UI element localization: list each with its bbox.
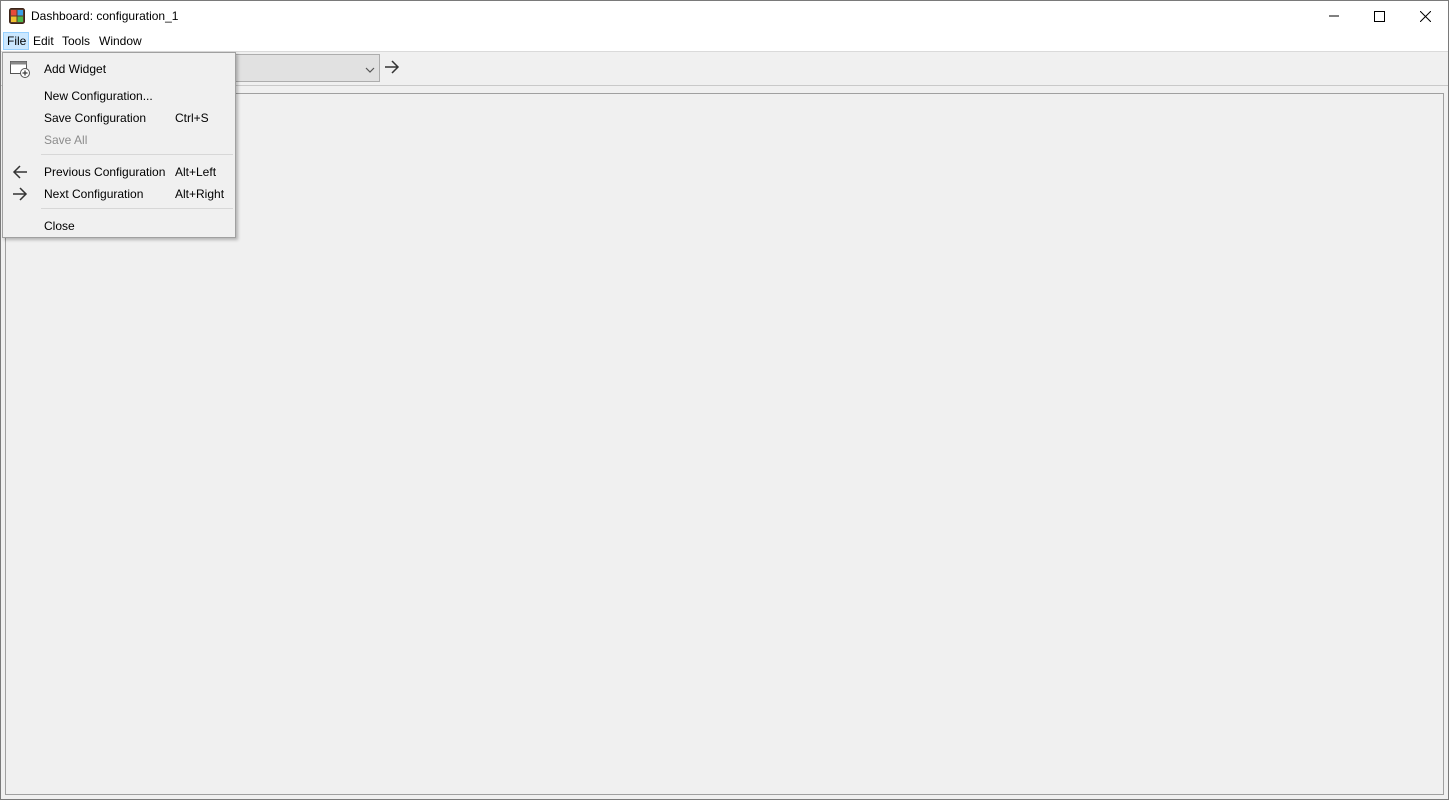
add-widget-icon [9, 60, 31, 78]
menu-separator [41, 154, 233, 155]
menu-item-shortcut: Alt+Left [175, 165, 217, 179]
menu-file[interactable]: File [3, 32, 29, 50]
menu-item-label: Previous Configuration [44, 165, 166, 179]
menu-item-add-widget[interactable]: Add Widget [3, 58, 235, 80]
close-icon [1419, 10, 1431, 22]
main-window: Dashboard: configuration_1 File Edit Too… [0, 0, 1449, 800]
menu-tools[interactable]: Tools [59, 32, 93, 50]
menu-item-label: Save Configuration [44, 111, 147, 125]
window-title: Dashboard: configuration_1 [31, 9, 179, 23]
menu-edit[interactable]: Edit [30, 32, 57, 50]
menu-item-next-configuration[interactable]: Next Configuration Alt+Right [3, 183, 235, 205]
maximize-icon [1373, 10, 1385, 22]
menu-item-label: New Configuration... [44, 89, 153, 103]
arrow-right-icon [384, 59, 400, 77]
file-menu-dropdown: Add Widget New Configuration... Save Con… [2, 52, 236, 238]
minimize-button[interactable] [1311, 1, 1357, 31]
menu-item-label: Add Widget [44, 62, 107, 76]
chevron-down-icon [365, 63, 375, 77]
close-window-button[interactable] [1402, 1, 1448, 31]
menu-separator [41, 208, 233, 209]
menu-item-shortcut: Ctrl+S [175, 111, 209, 125]
menu-window[interactable]: Window [96, 32, 145, 50]
menu-item-label: Save All [44, 133, 88, 147]
maximize-button[interactable] [1356, 1, 1402, 31]
arrow-right-icon [9, 185, 31, 203]
menu-item-save-configuration[interactable]: Save Configuration Ctrl+S [3, 107, 235, 129]
minimize-icon [1329, 11, 1339, 21]
menu-item-label: Next Configuration [44, 187, 144, 201]
go-button[interactable] [382, 57, 402, 79]
arrow-left-icon [9, 163, 31, 181]
menu-bar: File Edit Tools Window [1, 31, 1448, 52]
menu-item-new-configuration[interactable]: New Configuration... [3, 85, 235, 107]
menu-item-shortcut: Alt+Right [175, 187, 225, 201]
menu-item-label: Close [44, 219, 75, 233]
title-bar: Dashboard: configuration_1 [1, 1, 1448, 31]
menu-item-save-all: Save All [3, 129, 235, 151]
app-grid-icon [9, 8, 25, 24]
menu-item-previous-configuration[interactable]: Previous Configuration Alt+Left [3, 161, 235, 183]
menu-item-close[interactable]: Close [3, 215, 235, 237]
